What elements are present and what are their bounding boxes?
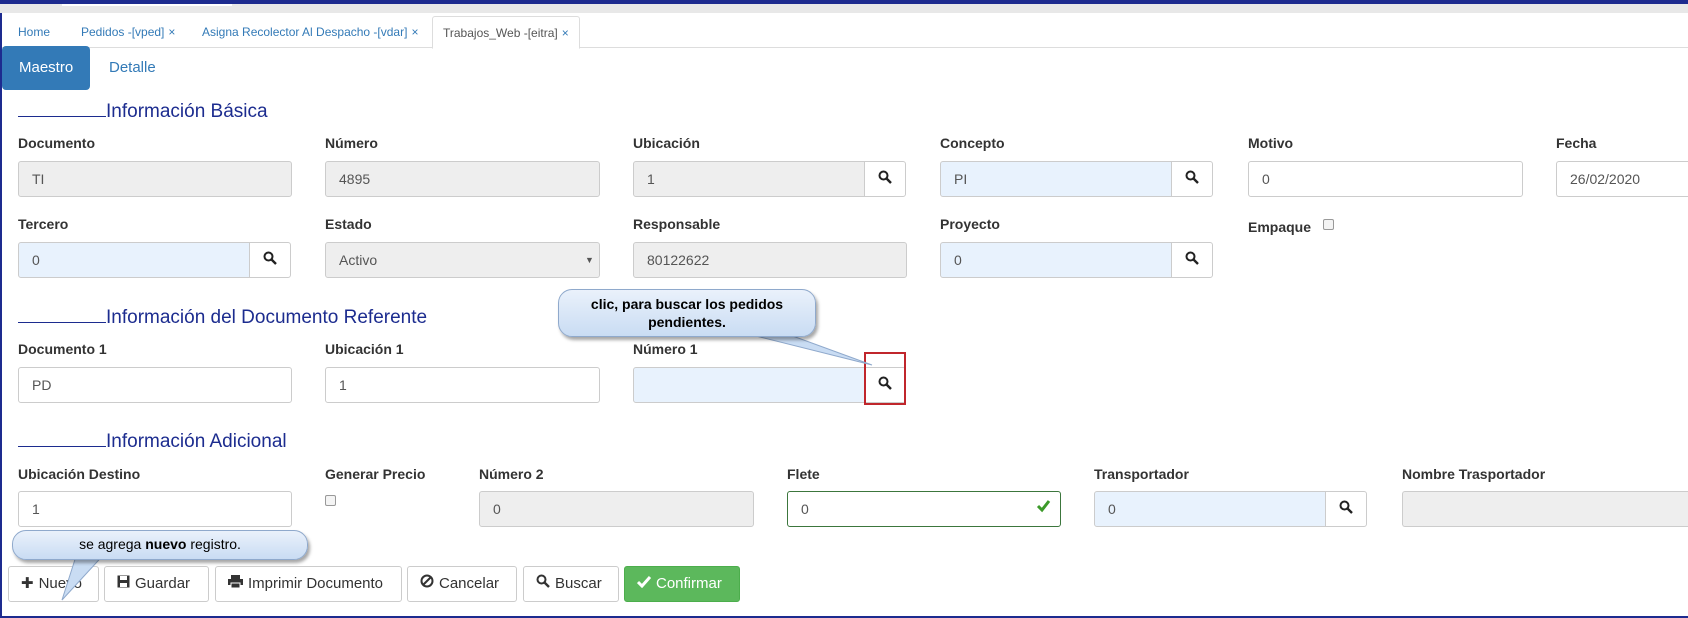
- nuevo-label: Nuevo: [38, 575, 82, 592]
- search-icon: [263, 251, 277, 270]
- search-icon: [536, 574, 550, 592]
- label-transportador: Transportador: [1094, 466, 1189, 482]
- documento-field[interactable]: TI: [18, 161, 292, 197]
- label-proyecto: Proyecto: [940, 216, 1000, 232]
- print-icon: [228, 575, 243, 592]
- tab-strip: Home Pedidos -[vped] × Asigna Recolector …: [2, 13, 1688, 49]
- proyecto-search-button[interactable]: [1171, 242, 1213, 278]
- ubicacion-destino-field[interactable]: 1: [18, 491, 292, 527]
- proyecto-field[interactable]: 0: [940, 242, 1172, 278]
- transportador-search-button[interactable]: [1325, 491, 1367, 527]
- tab-label: Asigna Recolector Al Despacho -[vdar]: [202, 25, 408, 39]
- buscar-label: Buscar: [555, 575, 602, 592]
- label-fecha: Fecha: [1556, 135, 1597, 151]
- subtab-maestro[interactable]: Maestro: [2, 46, 91, 90]
- tab-label: Home: [18, 25, 51, 39]
- search-icon: [878, 170, 892, 189]
- close-icon[interactable]: ×: [562, 26, 569, 40]
- label-numero2: Número 2: [479, 466, 544, 482]
- documento1-field[interactable]: PD: [18, 367, 292, 403]
- label-documento1: Documento 1: [18, 341, 107, 357]
- cancelar-label: Cancelar: [439, 575, 500, 592]
- tab-asigna-recolector[interactable]: Asigna Recolector Al Despacho -[vdar] ×: [192, 18, 428, 46]
- section-title-referente: Información del Documento Referente: [18, 306, 427, 329]
- label-concepto: Concepto: [940, 135, 1005, 151]
- search-icon: [1339, 500, 1353, 519]
- label-responsable: Responsable: [633, 216, 721, 232]
- numero-field[interactable]: 4895: [325, 161, 600, 197]
- guardar-button[interactable]: Guardar: [104, 566, 209, 602]
- subtab-detalle[interactable]: Detalle: [92, 46, 173, 90]
- flete-field[interactable]: 0: [787, 491, 1061, 527]
- label-flete: Flete: [787, 466, 820, 482]
- motivo-field[interactable]: 0: [1248, 161, 1523, 197]
- search-icon: [1185, 170, 1199, 189]
- label-empaque: Empaque: [1248, 219, 1312, 235]
- generar-precio-checkbox[interactable]: [325, 495, 336, 506]
- callout-nuevo-registro: se agrega nuevo registro.: [12, 530, 308, 560]
- close-icon[interactable]: ×: [411, 25, 418, 39]
- tab-home[interactable]: Home: [8, 18, 60, 46]
- numero2-field[interactable]: 0: [479, 491, 754, 527]
- imprimir-documento-button[interactable]: Imprimir Documento: [215, 566, 402, 602]
- plus-icon: ✚: [21, 575, 34, 592]
- ubicacion-field[interactable]: 1: [633, 161, 865, 197]
- concepto-search-button[interactable]: [1171, 161, 1213, 197]
- check-valid-icon: [1036, 499, 1051, 517]
- label-documento: Documento: [18, 135, 95, 151]
- ubicacion1-field[interactable]: 1: [325, 367, 600, 403]
- tercero-field[interactable]: 0: [18, 242, 250, 278]
- nombre-transportador-field[interactable]: [1402, 491, 1688, 527]
- imprimir-label: Imprimir Documento: [248, 575, 384, 592]
- label-ubicacion-destino: Ubicación Destino: [18, 466, 141, 482]
- label-motivo: Motivo: [1248, 135, 1294, 151]
- fecha-field[interactable]: 26/02/2020: [1556, 161, 1688, 197]
- tab-label: Pedidos -[vped]: [81, 25, 165, 39]
- section-title-adicional: Información Adicional: [18, 430, 287, 453]
- label-generar-precio: Generar Precio: [325, 466, 426, 482]
- window-title-strip: [0, 4, 1688, 13]
- chevron-down-icon: ▼: [585, 255, 594, 265]
- section-title-basica: Información Básica: [18, 100, 268, 123]
- tab-label: Trabajos_Web -[eitra]: [443, 26, 558, 40]
- estado-selected-value: Activo: [339, 252, 378, 268]
- label-tercero: Tercero: [18, 216, 69, 232]
- tab-pedidos[interactable]: Pedidos -[vped] ×: [71, 18, 185, 46]
- label-numero1: Número 1: [633, 341, 698, 357]
- highlight-box: [864, 352, 906, 405]
- label-estado: Estado: [325, 216, 372, 232]
- concepto-field[interactable]: PI: [940, 161, 1172, 197]
- guardar-label: Guardar: [135, 575, 191, 592]
- confirmar-label: Confirmar: [656, 575, 722, 592]
- estado-select[interactable]: Activo: [325, 242, 600, 278]
- ban-icon: [420, 574, 434, 592]
- search-icon: [1185, 251, 1199, 270]
- check-icon: [636, 575, 652, 592]
- label-numero: Número: [325, 135, 378, 151]
- buscar-button[interactable]: Buscar: [523, 566, 619, 602]
- numero1-field[interactable]: [633, 367, 865, 403]
- callout-buscar-pedidos: clic, para buscar los pedidos pendientes…: [558, 289, 816, 337]
- responsable-field[interactable]: 80122622: [633, 242, 907, 278]
- tercero-search-button[interactable]: [249, 242, 291, 278]
- floppy-disk-icon: [117, 575, 130, 592]
- tab-trabajos-web[interactable]: Trabajos_Web -[eitra] ×: [432, 16, 580, 49]
- label-ubicacion: Ubicación: [633, 135, 700, 151]
- transportador-field[interactable]: 0: [1094, 491, 1326, 527]
- empaque-checkbox[interactable]: [1323, 219, 1334, 230]
- nuevo-button[interactable]: ✚ Nuevo: [8, 566, 99, 602]
- label-ubicacion1: Ubicación 1: [325, 341, 404, 357]
- cancelar-button[interactable]: Cancelar: [407, 566, 517, 602]
- confirmar-button[interactable]: Confirmar: [624, 566, 740, 602]
- label-nombre-transportador: Nombre Trasportador: [1402, 466, 1546, 482]
- ubicacion-search-button[interactable]: [864, 161, 906, 197]
- close-icon[interactable]: ×: [168, 25, 175, 39]
